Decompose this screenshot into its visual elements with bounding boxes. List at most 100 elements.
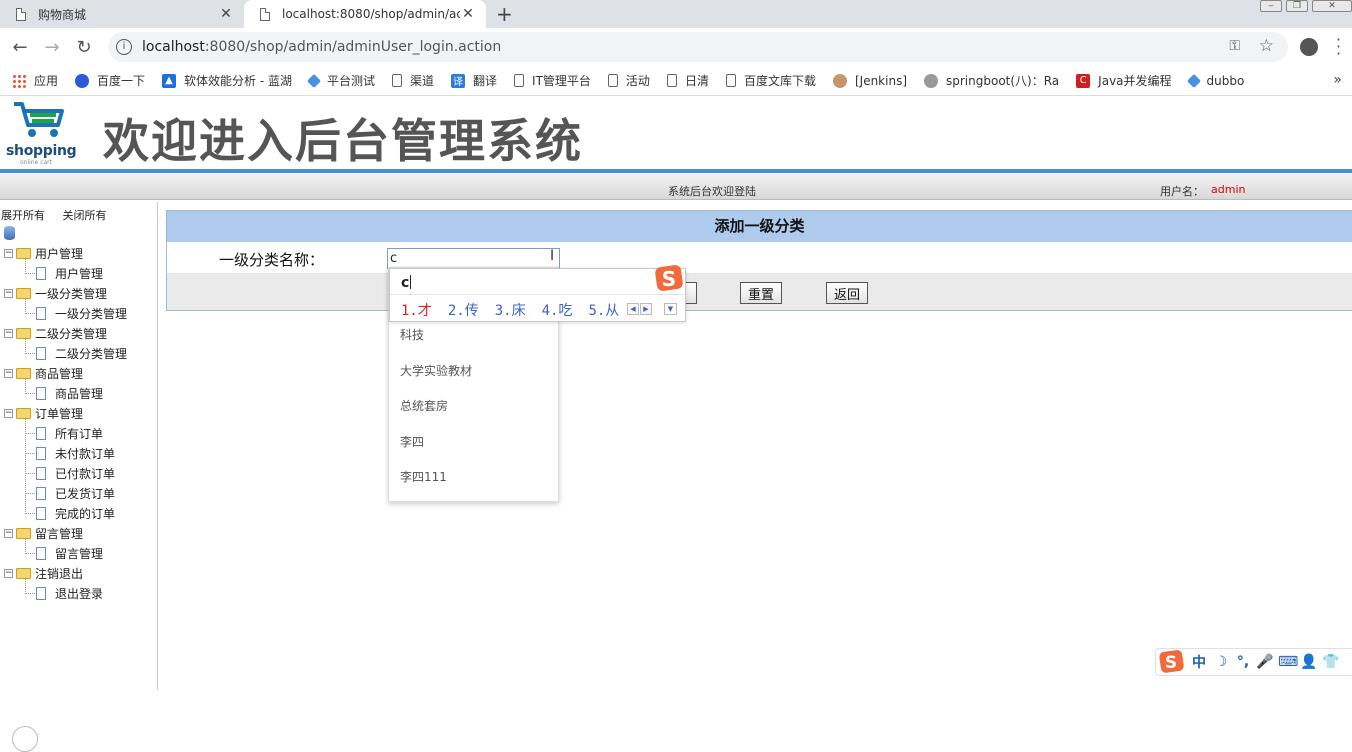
- bookmark-star-icon[interactable]: ☆: [1259, 36, 1274, 56]
- moon-icon[interactable]: ☽: [1212, 654, 1230, 670]
- tree-item[interactable]: 一级分类管理: [36, 304, 127, 322]
- category-name-label: 一级分类名称：: [219, 251, 325, 269]
- tree-item[interactable]: 商品管理: [36, 384, 103, 402]
- collapse-toggle-icon[interactable]: −: [4, 288, 13, 298]
- tree-group[interactable]: − 一级分类管理: [4, 284, 107, 302]
- page-icon: [36, 386, 46, 400]
- reset-button[interactable]: 重置: [740, 282, 782, 304]
- bookmark-java[interactable]: C Java并发编程: [1076, 72, 1172, 89]
- tree-group[interactable]: − 注销退出: [4, 564, 83, 582]
- tree-item[interactable]: 已付款订单: [36, 464, 115, 482]
- ime-candidate[interactable]: 1.才: [401, 303, 432, 319]
- database-root-icon: [4, 226, 15, 240]
- collapse-toggle-icon[interactable]: −: [4, 528, 13, 538]
- collapse-toggle-icon[interactable]: −: [4, 568, 13, 578]
- browser-tab-admin[interactable]: localhost:8080/shop/admin/ac ✕: [244, 0, 486, 28]
- page-icon: [392, 74, 403, 87]
- address-bar[interactable]: i localhost:8080/shop/admin/adminUser_lo…: [108, 32, 1288, 62]
- collapse-all-link[interactable]: 关闭所有: [63, 209, 107, 222]
- tree-group-label: 商品管理: [35, 366, 84, 381]
- sogou-logo-icon[interactable]: S: [1158, 649, 1186, 675]
- close-tab-icon[interactable]: ✕: [218, 6, 234, 22]
- collapse-toggle-icon[interactable]: −: [4, 368, 13, 378]
- ime-candidate[interactable]: 2.传: [448, 303, 479, 319]
- ime-candidate[interactable]: 3.床: [495, 303, 526, 319]
- tree-item[interactable]: 完成的订单: [36, 504, 115, 522]
- restore-icon[interactable]: ❐: [1286, 0, 1308, 12]
- info-icon[interactable]: i: [116, 39, 132, 55]
- keyboard-icon[interactable]: ⌨: [1278, 654, 1298, 670]
- username-label: 用户名：: [1160, 185, 1204, 198]
- skin-shirt-icon[interactable]: 👕: [1322, 654, 1340, 670]
- tree-item[interactable]: 已发货订单: [36, 484, 115, 502]
- reload-icon[interactable]: ↻: [68, 37, 100, 58]
- autocomplete-item[interactable]: 科技: [400, 326, 424, 343]
- bookmark-channel[interactable]: 渠道: [392, 72, 434, 89]
- tree-group-label: 订单管理: [35, 406, 84, 421]
- ime-prev-page-icon[interactable]: ◀: [627, 303, 639, 315]
- bookmark-translate[interactable]: 译翻译: [451, 72, 497, 89]
- tree-item[interactable]: 用户管理: [36, 264, 103, 282]
- close-tab-icon[interactable]: ✕: [460, 6, 476, 22]
- autocomplete-item[interactable]: 大学实验教材: [400, 362, 472, 379]
- tab-title: 购物商城: [38, 7, 87, 22]
- ime-candidate[interactable]: 5.从: [588, 303, 619, 319]
- collapse-toggle-icon[interactable]: −: [4, 408, 13, 418]
- tree-item[interactable]: 退出登录: [36, 584, 103, 602]
- bookmark-apps[interactable]: 应用: [12, 72, 58, 89]
- punctuation-icon[interactable]: °,: [1234, 654, 1252, 670]
- ime-next-page-icon[interactable]: ▶: [640, 303, 652, 315]
- bookmark-dubbo[interactable]: dubbo: [1186, 73, 1244, 88]
- folder-open-icon: [16, 527, 31, 539]
- tree-item[interactable]: 所有订单: [36, 424, 103, 442]
- user-icon[interactable]: 👤: [1300, 654, 1318, 670]
- ime-chinese-mode[interactable]: 中: [1190, 652, 1208, 672]
- bookmark-daily[interactable]: 日清: [666, 72, 709, 89]
- bookmark-springboot[interactable]: springboot(八)：Ra: [924, 72, 1059, 89]
- minimize-icon[interactable]: ‒: [1260, 0, 1282, 12]
- bookmark-baidu[interactable]: 百度一下: [75, 72, 145, 89]
- tree-item-label: 所有订单: [55, 426, 104, 441]
- profile-avatar-icon[interactable]: [1300, 38, 1318, 56]
- bookmark-lanhu[interactable]: ▲ 软体效能分析 - 蓝湖: [162, 72, 292, 89]
- forward-icon[interactable]: →: [36, 37, 68, 58]
- ime-candidates: 1.才 2.传 3.床 4.吃 5.从: [401, 300, 635, 320]
- tree-group[interactable]: − 用户管理: [4, 244, 83, 262]
- autocomplete-item[interactable]: 总统套房: [400, 397, 448, 414]
- window-close-icon[interactable]: ✕: [1312, 0, 1352, 12]
- bookmark-activity[interactable]: 活动: [607, 72, 650, 89]
- tree-item-label: 二级分类管理: [55, 346, 128, 361]
- expand-all-link[interactable]: 展开所有: [1, 209, 45, 222]
- more-bookmarks-icon[interactable]: »: [1333, 72, 1342, 88]
- back-button[interactable]: 返回: [826, 282, 868, 304]
- bookmark-wenku[interactable]: 百度文库下载: [725, 72, 816, 89]
- autocomplete-item[interactable]: 李四: [400, 433, 424, 450]
- key-icon[interactable]: ⚿: [1229, 38, 1240, 54]
- tree-group[interactable]: − 二级分类管理: [4, 324, 107, 342]
- collapse-toggle-icon[interactable]: −: [4, 328, 13, 338]
- shopping-logo[interactable]: shopping online cart: [6, 101, 77, 166]
- new-tab-icon[interactable]: +: [496, 2, 513, 26]
- baidu-paw-icon: [75, 73, 90, 88]
- menu-kebab-icon[interactable]: · · ·: [1336, 32, 1341, 62]
- tree-group[interactable]: − 留言管理: [4, 524, 83, 542]
- ime-candidate[interactable]: 4.吃: [542, 303, 573, 319]
- url-text[interactable]: localhost:8080/shop/admin/adminUser_logi…: [142, 39, 501, 55]
- category-name-input[interactable]: c: [387, 248, 560, 269]
- page-icon: [36, 346, 46, 360]
- back-icon[interactable]: ←: [4, 37, 36, 58]
- tree-group[interactable]: − 商品管理: [4, 364, 83, 382]
- tree-item[interactable]: 留言管理: [36, 544, 103, 562]
- autocomplete-item[interactable]: 李四111: [400, 468, 447, 485]
- tree-group-label: 留言管理: [35, 526, 84, 541]
- browser-tab-shop[interactable]: 购物商城 ✕: [0, 0, 244, 28]
- microphone-icon[interactable]: 🎤: [1256, 654, 1274, 670]
- bookmark-jenkins[interactable]: [Jenkins]: [832, 73, 907, 88]
- ime-expand-icon[interactable]: ▼: [664, 303, 677, 315]
- tree-item[interactable]: 二级分类管理: [36, 344, 127, 362]
- collapse-toggle-icon[interactable]: −: [4, 248, 13, 258]
- bookmark-it-platform[interactable]: IT管理平台: [514, 72, 591, 89]
- bookmark-platform-test[interactable]: 平台测试: [306, 72, 375, 89]
- tree-item[interactable]: 未付款订单: [36, 444, 115, 462]
- tree-group[interactable]: − 订单管理: [4, 404, 83, 422]
